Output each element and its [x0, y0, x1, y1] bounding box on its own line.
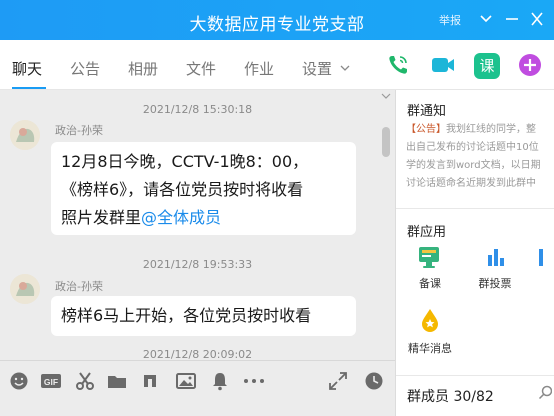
tab-settings[interactable]: 设置 [302, 60, 332, 78]
gif-icon[interactable]: GIF [40, 371, 62, 391]
input-toolbar: GIF [0, 360, 395, 416]
course-button[interactable]: 课 [474, 53, 500, 79]
expand-icon[interactable] [328, 371, 348, 391]
app-featured-messages[interactable]: 精华消息 [400, 308, 460, 356]
chat-history[interactable]: 2021/12/8 15:30:18 政治-孙荣 12月8日今晚，CCTV-1晚… [0, 90, 395, 360]
app-group-vote[interactable]: 群投票 [465, 245, 525, 291]
app-lesson-prep[interactable]: 备课 [400, 245, 460, 291]
message-timestamp: 2021/12/8 20:09:02 [142, 348, 253, 360]
music-icon[interactable] [140, 371, 160, 391]
bell-icon[interactable] [210, 371, 230, 391]
message-timestamp: 2021/12/8 15:30:18 [142, 103, 253, 116]
history-clock-icon[interactable] [364, 371, 384, 391]
group-apps-title: 群应用 [407, 225, 447, 240]
phone-call-icon[interactable] [386, 53, 410, 77]
window-title: 大数据应用专业党支部 [189, 15, 365, 35]
emoji-icon[interactable] [9, 371, 29, 391]
app-partial-icon [539, 249, 543, 266]
section-divider [396, 208, 554, 209]
group-notice-title[interactable]: 群通知 [407, 100, 446, 119]
avatar[interactable] [10, 274, 40, 304]
group-members-count[interactable]: 群成员 30/82 [407, 386, 494, 406]
member-search-icon[interactable] [538, 385, 553, 405]
image-icon[interactable] [176, 371, 196, 391]
tab-announcement[interactable]: 公告 [70, 60, 100, 78]
notice-line: 学的发言到word文档，以日期 [406, 160, 541, 171]
notice-tag: 【公告】 [406, 124, 446, 135]
app-label: 精华消息 [408, 342, 452, 355]
message-line: 榜样6马上开始，各位党员按时收看 [61, 306, 312, 325]
report-link[interactable]: 举报 [439, 12, 461, 28]
vote-chart-icon [488, 249, 504, 266]
chevron-down-icon[interactable] [477, 9, 495, 29]
section-divider [396, 375, 554, 376]
tab-album[interactable]: 相册 [128, 60, 158, 78]
tab-chat[interactable]: 聊天 [12, 60, 42, 78]
scroll-up-icon[interactable] [381, 92, 391, 103]
minimize-icon[interactable] [503, 9, 521, 29]
avatar[interactable] [10, 120, 40, 150]
app-label: 备课 [419, 277, 441, 290]
app-label: 群投票 [478, 277, 512, 290]
scissors-icon[interactable] [75, 371, 95, 391]
sender-name: 政治-孙荣 [55, 124, 103, 137]
video-call-icon[interactable] [430, 53, 454, 77]
group-side-panel: 群通知 【公告】我划红线的同学，整 出自己发布的讨论话题中10位 学的发言到wo… [396, 90, 554, 416]
lesson-prep-icon [419, 247, 439, 268]
add-app-icon[interactable] [518, 53, 542, 77]
mention-all-link[interactable]: @全体成员 [141, 208, 221, 227]
message-bubble[interactable]: 榜样6马上开始，各位党员按时收看 [51, 296, 356, 336]
app-more[interactable] [530, 245, 554, 275]
tab-bar: 聊天 公告 相册 文件 作业 设置 课 [0, 40, 554, 90]
settings-chevron-icon[interactable] [340, 62, 350, 75]
message-timestamp: 2021/12/8 19:53:33 [142, 258, 253, 271]
chat-scrollbar[interactable] [382, 127, 390, 157]
message-line: 照片发群里@全体成员 [61, 204, 346, 232]
more-icon[interactable] [242, 371, 266, 391]
svg-text:GIF: GIF [44, 377, 58, 387]
message-text: 照片发群里 [61, 208, 142, 227]
message-line: 12月8日今晚，CCTV-1晚8：00， [61, 152, 309, 171]
featured-drop-icon [422, 309, 438, 332]
notice-text: 我划红线的同学，整 [446, 124, 536, 135]
group-notice-content[interactable]: 【公告】我划红线的同学，整 出自己发布的讨论话题中10位 学的发言到word文档… [406, 121, 554, 193]
notice-line: 出自己发布的讨论话题中10位 [406, 142, 539, 153]
notice-line: 【公告】我划红线的同学，整 [406, 121, 554, 139]
title-bar: 大数据应用专业党支部 举报 [0, 0, 554, 40]
message-bubble[interactable]: 12月8日今晚，CCTV-1晚8：00， 《榜样6》，请各位党员按时将收看 照片… [51, 142, 356, 235]
active-tab-indicator [12, 87, 46, 89]
tab-files[interactable]: 文件 [186, 60, 216, 78]
tab-homework[interactable]: 作业 [244, 60, 274, 78]
notice-line: 讨论话题命名近期发到此群中 [406, 178, 536, 189]
folder-icon[interactable] [107, 371, 127, 391]
sender-name: 政治-孙荣 [55, 280, 103, 293]
message-line: 《榜样6》，请各位党员按时将收看 [61, 180, 304, 199]
close-icon[interactable] [528, 9, 546, 29]
